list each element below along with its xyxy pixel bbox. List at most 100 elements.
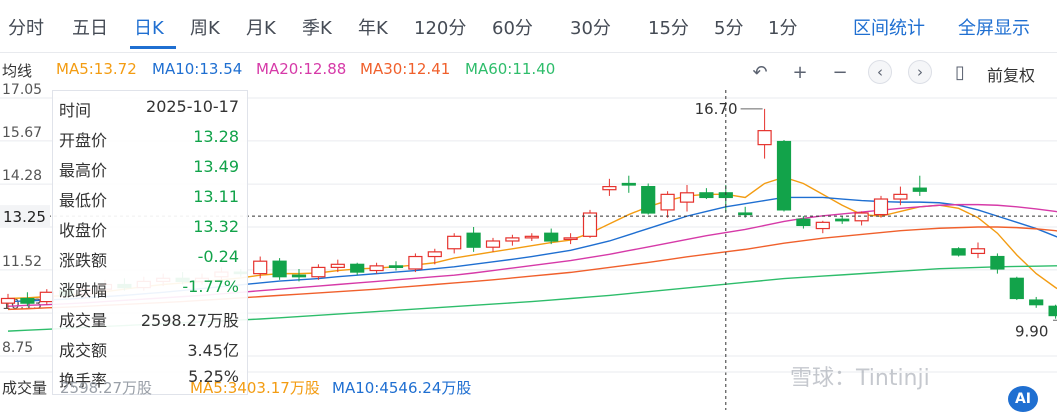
tooltip-value: 13.32	[193, 217, 239, 236]
ma5-value: MA5:13.72	[56, 60, 137, 78]
tab-4[interactable]: 月K	[246, 14, 276, 40]
price-adjust-toggle[interactable]: 前复权	[987, 62, 1035, 86]
candle-body	[738, 212, 753, 216]
candle-body	[679, 192, 695, 203]
tooltip-value: 2598.27万股	[140, 311, 239, 330]
candle-body	[272, 260, 287, 278]
tooltip-row: 成交量 2598.27万股	[59, 307, 239, 331]
tooltip-value: 3.45亿	[187, 341, 239, 360]
ai-assistant-button[interactable]: AI	[1008, 386, 1038, 412]
candle-body	[253, 260, 268, 275]
tab-7[interactable]: 120分	[414, 14, 466, 40]
candle-body	[408, 255, 423, 270]
crosshair-price-label: 13.25	[3, 208, 46, 226]
tab-8[interactable]: 60分	[492, 14, 533, 40]
candle-body	[1009, 277, 1024, 300]
period-tab-bar: 分时 五日 日K 周K 月K 季K 年K 120分 60分 30分 15分 5分 1分 区间统计 全屏显…	[0, 0, 1057, 53]
volume-value: 2598.27万股	[60, 379, 153, 397]
candle-body	[0, 297, 16, 304]
candle-body	[699, 192, 714, 199]
low-price-label: 9.90	[1015, 322, 1048, 340]
candle-body	[369, 265, 384, 272]
chevron-left-icon: ‹	[868, 60, 892, 84]
tooltip-value: -0.24	[197, 247, 239, 266]
candle-body	[544, 232, 559, 242]
volume-ma5: MA5:3403.17万股	[190, 379, 320, 397]
candle-body	[796, 218, 811, 227]
tooltip-row: 涨跌额 -0.24	[59, 247, 239, 271]
candle-info-tooltip: 时间 2025-10-17 开盘价 13.28 最高价 13.49 最低价 13.11 收盘价 1…	[52, 90, 248, 395]
tooltip-row: 涨跌幅 -1.77%	[59, 277, 239, 301]
tooltip-value: 13.49	[193, 157, 239, 176]
volume-ma10: MA10:4546.24万股	[332, 379, 472, 397]
tab-6[interactable]: 年K	[358, 14, 388, 40]
candle-body	[641, 185, 656, 214]
fullscreen-link[interactable]: 全屏显示	[958, 14, 1030, 40]
reset-icon[interactable]: ↶	[746, 60, 774, 84]
candle-body	[505, 237, 520, 242]
candle-body	[776, 140, 792, 211]
candle-body	[757, 130, 772, 146]
candle-body	[873, 198, 889, 216]
candle-body	[524, 235, 539, 239]
candle-body	[311, 266, 326, 278]
tooltip-value: 13.11	[193, 187, 239, 206]
candle-body	[485, 240, 501, 248]
candle-body	[602, 185, 617, 191]
tooltip-value: 2025-10-17	[146, 97, 239, 116]
tab-1[interactable]: 五日	[72, 14, 108, 40]
candle-body	[427, 251, 442, 258]
zoom-in-icon[interactable]: +	[786, 60, 814, 84]
candle-body	[1029, 299, 1044, 306]
watermark: 雪球：Tintinji	[790, 366, 930, 391]
tooltip-row: 开盘价 13.28	[59, 127, 239, 151]
zoom-out-icon[interactable]: −	[826, 60, 854, 84]
tooltip-row: 最高价 13.49	[59, 157, 239, 181]
ma30-value: MA30:12.41	[360, 60, 451, 78]
candle-body	[447, 235, 462, 250]
tooltip-key: 收盘价	[59, 221, 108, 240]
ma60-value: MA60:11.40	[465, 60, 556, 78]
candle-body	[815, 221, 830, 230]
y-tick-label: 15.67	[2, 125, 42, 141]
ma-legend-label: 均线	[2, 62, 33, 80]
candle-body	[350, 263, 365, 273]
chevron-right-icon: ›	[908, 60, 932, 84]
tooltip-row: 成交额 3.45亿	[59, 337, 239, 361]
tooltip-key: 最低价	[59, 191, 108, 210]
scroll-right-button[interactable]: ›	[906, 60, 934, 84]
tooltip-key: 成交额	[59, 341, 108, 360]
tab-2[interactable]: 日K	[134, 14, 164, 40]
candle-body	[854, 212, 869, 222]
tab-9[interactable]: 30分	[570, 14, 611, 40]
tab-10[interactable]: 15分	[648, 14, 689, 40]
ma-legend: 均线 MA5:13.72 MA10:13.54 MA20:12.88 MA30:…	[0, 56, 1057, 86]
tooltip-key: 最高价	[59, 161, 108, 180]
ma20-value: MA20:12.88	[256, 60, 347, 78]
tooltip-key: 涨跌额	[59, 251, 108, 270]
candle-body	[20, 297, 35, 304]
tab-3[interactable]: 周K	[190, 14, 220, 40]
scroll-left-button[interactable]: ‹	[866, 60, 894, 84]
candle-body	[1048, 305, 1057, 317]
tooltip-row: 最低价 13.11	[59, 187, 239, 211]
candle-body	[835, 218, 850, 222]
tab-5[interactable]: 季K	[302, 14, 332, 40]
candle-body	[621, 182, 636, 186]
candle-body	[951, 248, 966, 256]
tooltip-value: -1.77%	[182, 277, 239, 296]
candle-body	[466, 232, 481, 248]
candle-body	[893, 193, 908, 200]
candle-body	[563, 237, 578, 241]
tab-12[interactable]: 1分	[768, 14, 797, 40]
tooltip-key: 成交量	[59, 311, 108, 330]
y-tick-label: 8.75	[2, 340, 33, 356]
tooltip-key: 涨跌幅	[59, 281, 108, 300]
y-tick-label: 11.52	[2, 254, 42, 270]
candle-style-icon[interactable]: ▯	[946, 60, 974, 84]
tab-0[interactable]: 分时	[8, 14, 44, 40]
interval-stats-link[interactable]: 区间统计	[853, 14, 925, 40]
tooltip-value: 13.28	[193, 127, 239, 146]
tab-11[interactable]: 5分	[714, 14, 743, 40]
y-tick-label: 14.28	[2, 168, 42, 184]
